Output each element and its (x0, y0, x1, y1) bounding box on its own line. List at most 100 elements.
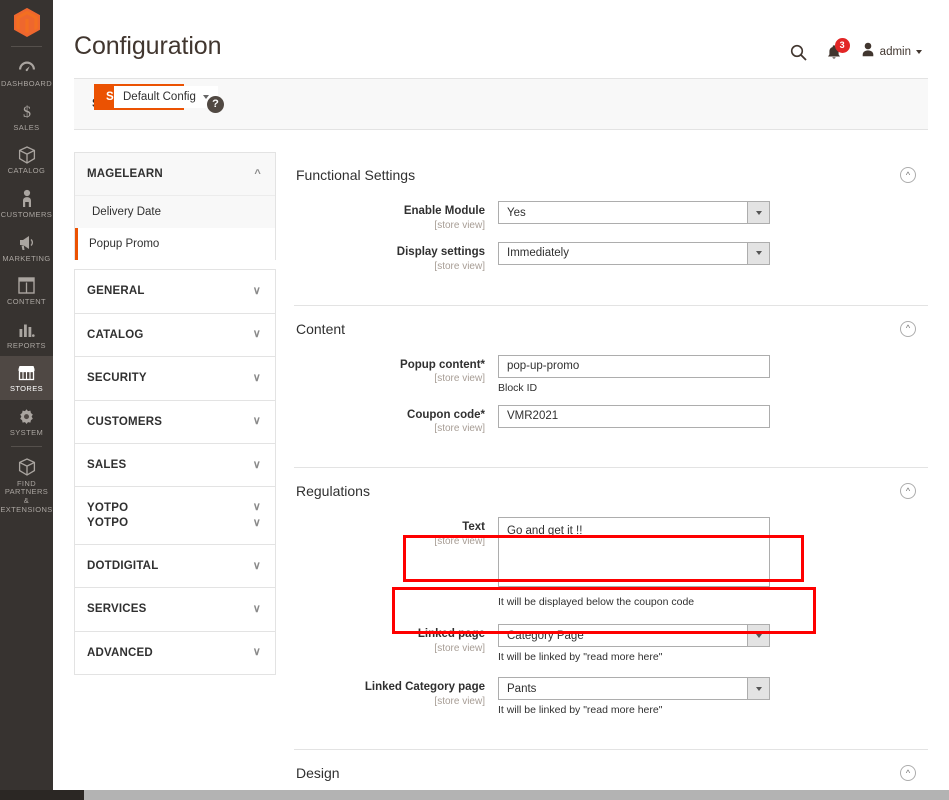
config-nav-section-header[interactable]: YOTPO YOTPO ∨ ∨ (75, 487, 275, 544)
select-value[interactable]: Category Page (498, 624, 747, 648)
linked-page-select[interactable]: Category Page (498, 624, 770, 648)
field-label: Linked Category page [store view] (294, 677, 498, 707)
config-nav-section-header[interactable]: ADVANCED ∨ (75, 632, 275, 674)
field-scope-tag: [store view] (434, 260, 485, 272)
chevron-down-icon: ∨ (252, 646, 261, 659)
sidebar-item-label: STORES (9, 384, 44, 394)
field-scope-tag: [store view] (434, 536, 485, 548)
chevron-down-icon[interactable] (747, 241, 770, 265)
scope-selector-value: Default Config (123, 91, 196, 103)
config-nav-section-general: GENERAL ∨ (74, 269, 276, 313)
config-nav-section-label: YOTPO YOTPO (87, 502, 129, 529)
config-nav-section-sales: SALES ∨ (74, 442, 276, 487)
config-nav-section-header[interactable]: SECURITY ∨ (75, 357, 275, 399)
chevron-down-icon[interactable] (747, 624, 770, 648)
coupon-code-input[interactable] (498, 404, 770, 428)
chevron-down-icon: ∨ (252, 458, 261, 471)
field-label-text: Coupon code* (407, 408, 485, 421)
chevron-down-icon[interactable] (747, 201, 770, 224)
magento-logo-icon (13, 7, 40, 37)
chevron-down-icon: ∨ ∨ (252, 501, 261, 530)
sidebar-item-content[interactable]: CONTENT (0, 269, 53, 313)
sidebar-item-stores[interactable]: STORES (0, 356, 53, 400)
config-nav-section-header[interactable]: SERVICES ∨ (75, 588, 275, 630)
config-nav-item-label: Popup Promo (89, 238, 160, 251)
chevron-down-icon[interactable] (747, 677, 770, 701)
user-icon (861, 42, 875, 62)
config-nav-section-header[interactable]: GENERAL ∨ (75, 270, 275, 312)
fieldset-header[interactable]: Regulations ^ (294, 468, 928, 517)
collapse-icon[interactable]: ^ (900, 167, 916, 183)
field-control: Yes (498, 201, 928, 224)
config-nav-gap (74, 260, 276, 270)
sidebar-item-dashboard[interactable]: DASHBOARD (0, 51, 53, 95)
package-icon (18, 458, 36, 477)
display-settings-select[interactable]: Immediately (498, 241, 770, 265)
config-body: MAGELEARN ^ Delivery Date Popup Promo GE… (53, 130, 949, 790)
fieldset-content: Content ^ Popup content* [store view] Bl… (294, 306, 928, 469)
select-value[interactable]: Yes (498, 201, 747, 224)
store-icon (17, 363, 36, 382)
field-hint: Block ID (498, 381, 538, 394)
sidebar-item-reports[interactable]: REPORTS (0, 313, 53, 357)
sidebar-item-catalog[interactable]: CATALOG (0, 138, 53, 182)
config-nav-section-header[interactable]: DOTDIGITAL ∨ (75, 545, 275, 587)
config-nav-section-header[interactable]: SALES ∨ (75, 444, 275, 486)
linked-category-page-select[interactable]: Pants (498, 677, 770, 701)
layout-icon (18, 276, 35, 295)
search-icon[interactable] (790, 44, 807, 61)
sidebar-item-find-partners[interactable]: FIND PARTNERS & EXTENSIONS (0, 451, 53, 521)
enable-module-select[interactable]: Yes (498, 201, 770, 224)
field-control: Pants It will be linked by "read more he… (498, 677, 928, 716)
sidebar-item-system[interactable]: SYSTEM (0, 400, 53, 444)
field-text: Text [store view] Go and get it !! It wi… (294, 517, 928, 608)
field-hint: It will be displayed below the coupon co… (498, 596, 695, 609)
select-value[interactable]: Immediately (498, 241, 747, 265)
config-nav-section-header[interactable]: CUSTOMERS ∨ (75, 401, 275, 443)
person-icon (20, 189, 34, 208)
config-nav-item-delivery-date[interactable]: Delivery Date (75, 196, 275, 228)
config-nav-section-header[interactable]: CATALOG ∨ (75, 314, 275, 356)
config-nav-item-popup-promo[interactable]: Popup Promo (75, 228, 275, 261)
field-label: Display settings [store view] (294, 242, 498, 272)
chevron-down-icon: ∨ (252, 371, 261, 384)
scrollbar-thumb[interactable] (84, 790, 949, 800)
chevron-down-icon: ∨ (252, 603, 261, 616)
user-menu[interactable]: admin (861, 42, 922, 62)
collapse-icon[interactable]: ^ (900, 483, 916, 500)
collapse-icon[interactable]: ^ (900, 320, 916, 337)
user-name: admin (879, 46, 911, 58)
fieldset-design: Design ^ Custom CSS [store view] (294, 750, 928, 790)
select-value[interactable]: Pants (498, 677, 747, 701)
notification-count-badge: 3 (834, 37, 850, 53)
config-nav-section-label: SERVICES (87, 603, 147, 616)
field-display-settings: Display settings [store view] Immediatel… (294, 241, 928, 272)
admin-sidebar: DASHBOARD $ SALES CATALOG CUSTOMERS MARK… (0, 0, 53, 790)
magento-logo[interactable] (0, 0, 53, 44)
scope-selector[interactable]: Default Config (114, 86, 218, 108)
help-button[interactable]: ? (207, 95, 224, 113)
sidebar-item-sales[interactable]: $ SALES (0, 95, 53, 139)
bell-icon[interactable]: 3 (826, 37, 850, 61)
collapse-icon[interactable]: ^ (900, 765, 916, 782)
fieldset-header[interactable]: Functional Settings ^ (294, 152, 928, 201)
field-label-text: Linked page (417, 628, 485, 641)
horizontal-scrollbar[interactable] (0, 790, 949, 800)
config-nav-section-header[interactable]: MAGELEARN ^ (75, 153, 275, 195)
configuration-nav: MAGELEARN ^ Delivery Date Popup Promo GE… (74, 152, 276, 790)
dollar-icon: $ (21, 102, 33, 121)
fieldset-title: Content (296, 320, 346, 337)
field-control: Go and get it !! It will be displayed be… (498, 517, 928, 608)
popup-content-input[interactable] (498, 354, 770, 378)
sidebar-item-marketing[interactable]: MARKETING (0, 226, 53, 270)
sidebar-item-customers[interactable]: CUSTOMERS (0, 182, 53, 226)
magento-admin-page: DASHBOARD $ SALES CATALOG CUSTOMERS MARK… (0, 0, 949, 800)
field-label-text: Text (462, 521, 485, 534)
field-control (498, 404, 928, 428)
regulations-text-textarea[interactable]: Go and get it !! (498, 517, 770, 588)
fieldset-header[interactable]: Design ^ (294, 750, 928, 790)
fieldset-header[interactable]: Content ^ (294, 306, 928, 355)
gear-icon (18, 407, 35, 426)
field-enable-module: Enable Module [store view] Yes (294, 201, 928, 231)
field-label: Text [store view] (294, 517, 498, 547)
